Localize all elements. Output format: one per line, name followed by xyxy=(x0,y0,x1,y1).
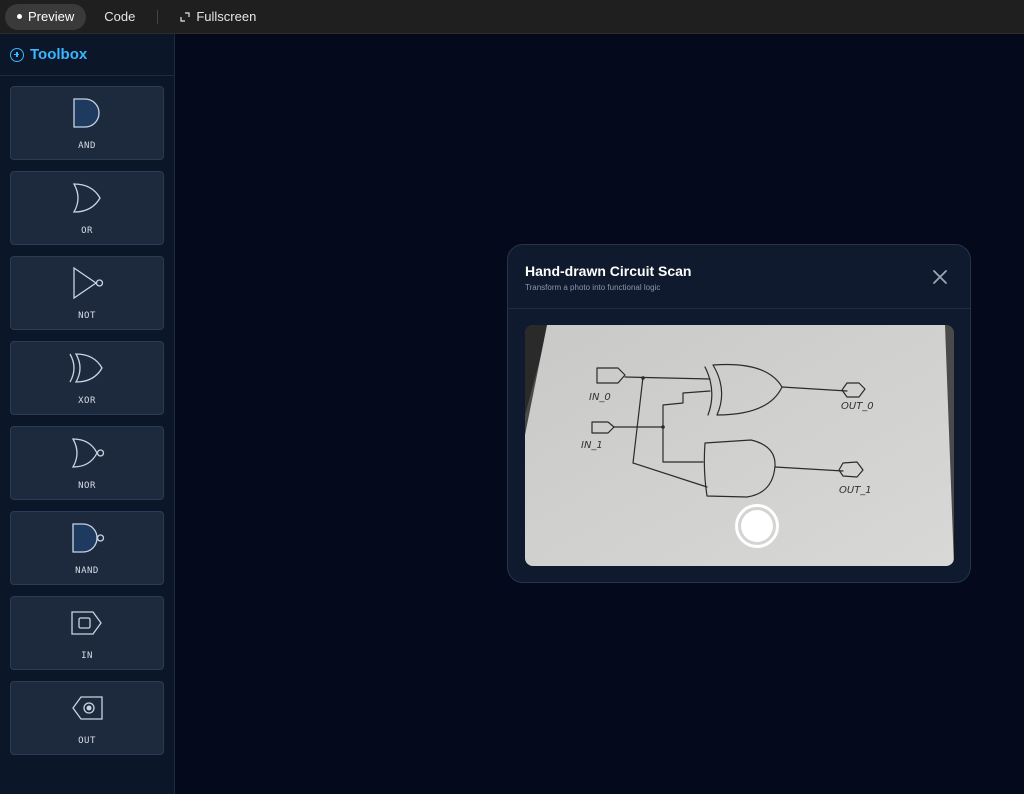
tool-out[interactable]: OUT xyxy=(10,681,164,755)
tool-in[interactable]: IN xyxy=(10,596,164,670)
not-gate-icon xyxy=(73,266,104,300)
tab-preview[interactable]: Preview xyxy=(5,3,87,30)
modal-title: Hand-drawn Circuit Scan xyxy=(525,263,692,279)
fullscreen-icon xyxy=(180,11,190,22)
photo-label-in1: IN_1 xyxy=(581,440,603,451)
tool-label: OUT xyxy=(78,736,96,746)
tool-xor[interactable]: XOR xyxy=(10,341,164,415)
close-icon[interactable] xyxy=(930,267,950,287)
tool-or[interactable]: OR xyxy=(10,171,164,245)
tool-not[interactable]: NOT xyxy=(10,256,164,330)
tool-label: IN xyxy=(81,651,93,661)
modal-header: Hand-drawn Circuit Scan Transform a phot… xyxy=(508,245,970,309)
camera-preview: IN_0 IN_1 OUT_0 OUT_1 xyxy=(525,325,954,566)
tool-label: XOR xyxy=(78,396,96,406)
tab-label: Fullscreen xyxy=(196,9,257,24)
or-gate-icon xyxy=(72,183,101,213)
toolbox-header: Toolbox xyxy=(0,34,174,76)
tab-divider xyxy=(157,9,159,24)
xor-gate-icon xyxy=(69,353,103,383)
tool-label: AND xyxy=(78,141,96,151)
input-pin-icon xyxy=(71,611,102,635)
and-gate-icon xyxy=(73,98,100,128)
tool-label: NOR xyxy=(78,481,96,491)
active-dot-icon xyxy=(17,14,22,19)
modal-subtitle: Transform a photo into functional logic xyxy=(525,283,661,292)
photo-label-in0: IN_0 xyxy=(589,392,611,403)
plus-circle-icon xyxy=(10,47,24,62)
nor-gate-icon xyxy=(71,438,105,468)
toolbox-title: Toolbox xyxy=(30,46,88,63)
photo-label-out0: OUT_0 xyxy=(841,401,874,412)
tool-label: OR xyxy=(81,226,93,236)
toolbox-sidebar: Toolbox AND OR NOT XOR NOR NAND IN OUT xyxy=(0,34,175,794)
tool-label: NAND xyxy=(75,566,99,576)
photo-label-out1: OUT_1 xyxy=(839,485,872,496)
output-pin-icon xyxy=(72,696,103,720)
tool-nor[interactable]: NOR xyxy=(10,426,164,500)
tool-label: NOT xyxy=(78,311,96,321)
top-bar: Preview Code Fullscreen xyxy=(0,0,1024,34)
tool-list: AND OR NOT XOR NOR NAND IN OUT xyxy=(0,76,174,755)
tool-and[interactable]: AND xyxy=(10,86,164,160)
nand-gate-icon xyxy=(72,523,105,553)
circuit-scan-modal: Hand-drawn Circuit Scan Transform a phot… xyxy=(507,244,971,583)
tool-nand[interactable]: NAND xyxy=(10,511,164,585)
tab-fullscreen[interactable]: Fullscreen xyxy=(168,4,268,30)
tab-label: Code xyxy=(104,9,136,24)
tab-code[interactable]: Code xyxy=(92,4,147,30)
shutter-icon xyxy=(741,510,773,542)
tab-label: Preview xyxy=(28,9,75,24)
capture-button[interactable] xyxy=(735,504,779,548)
